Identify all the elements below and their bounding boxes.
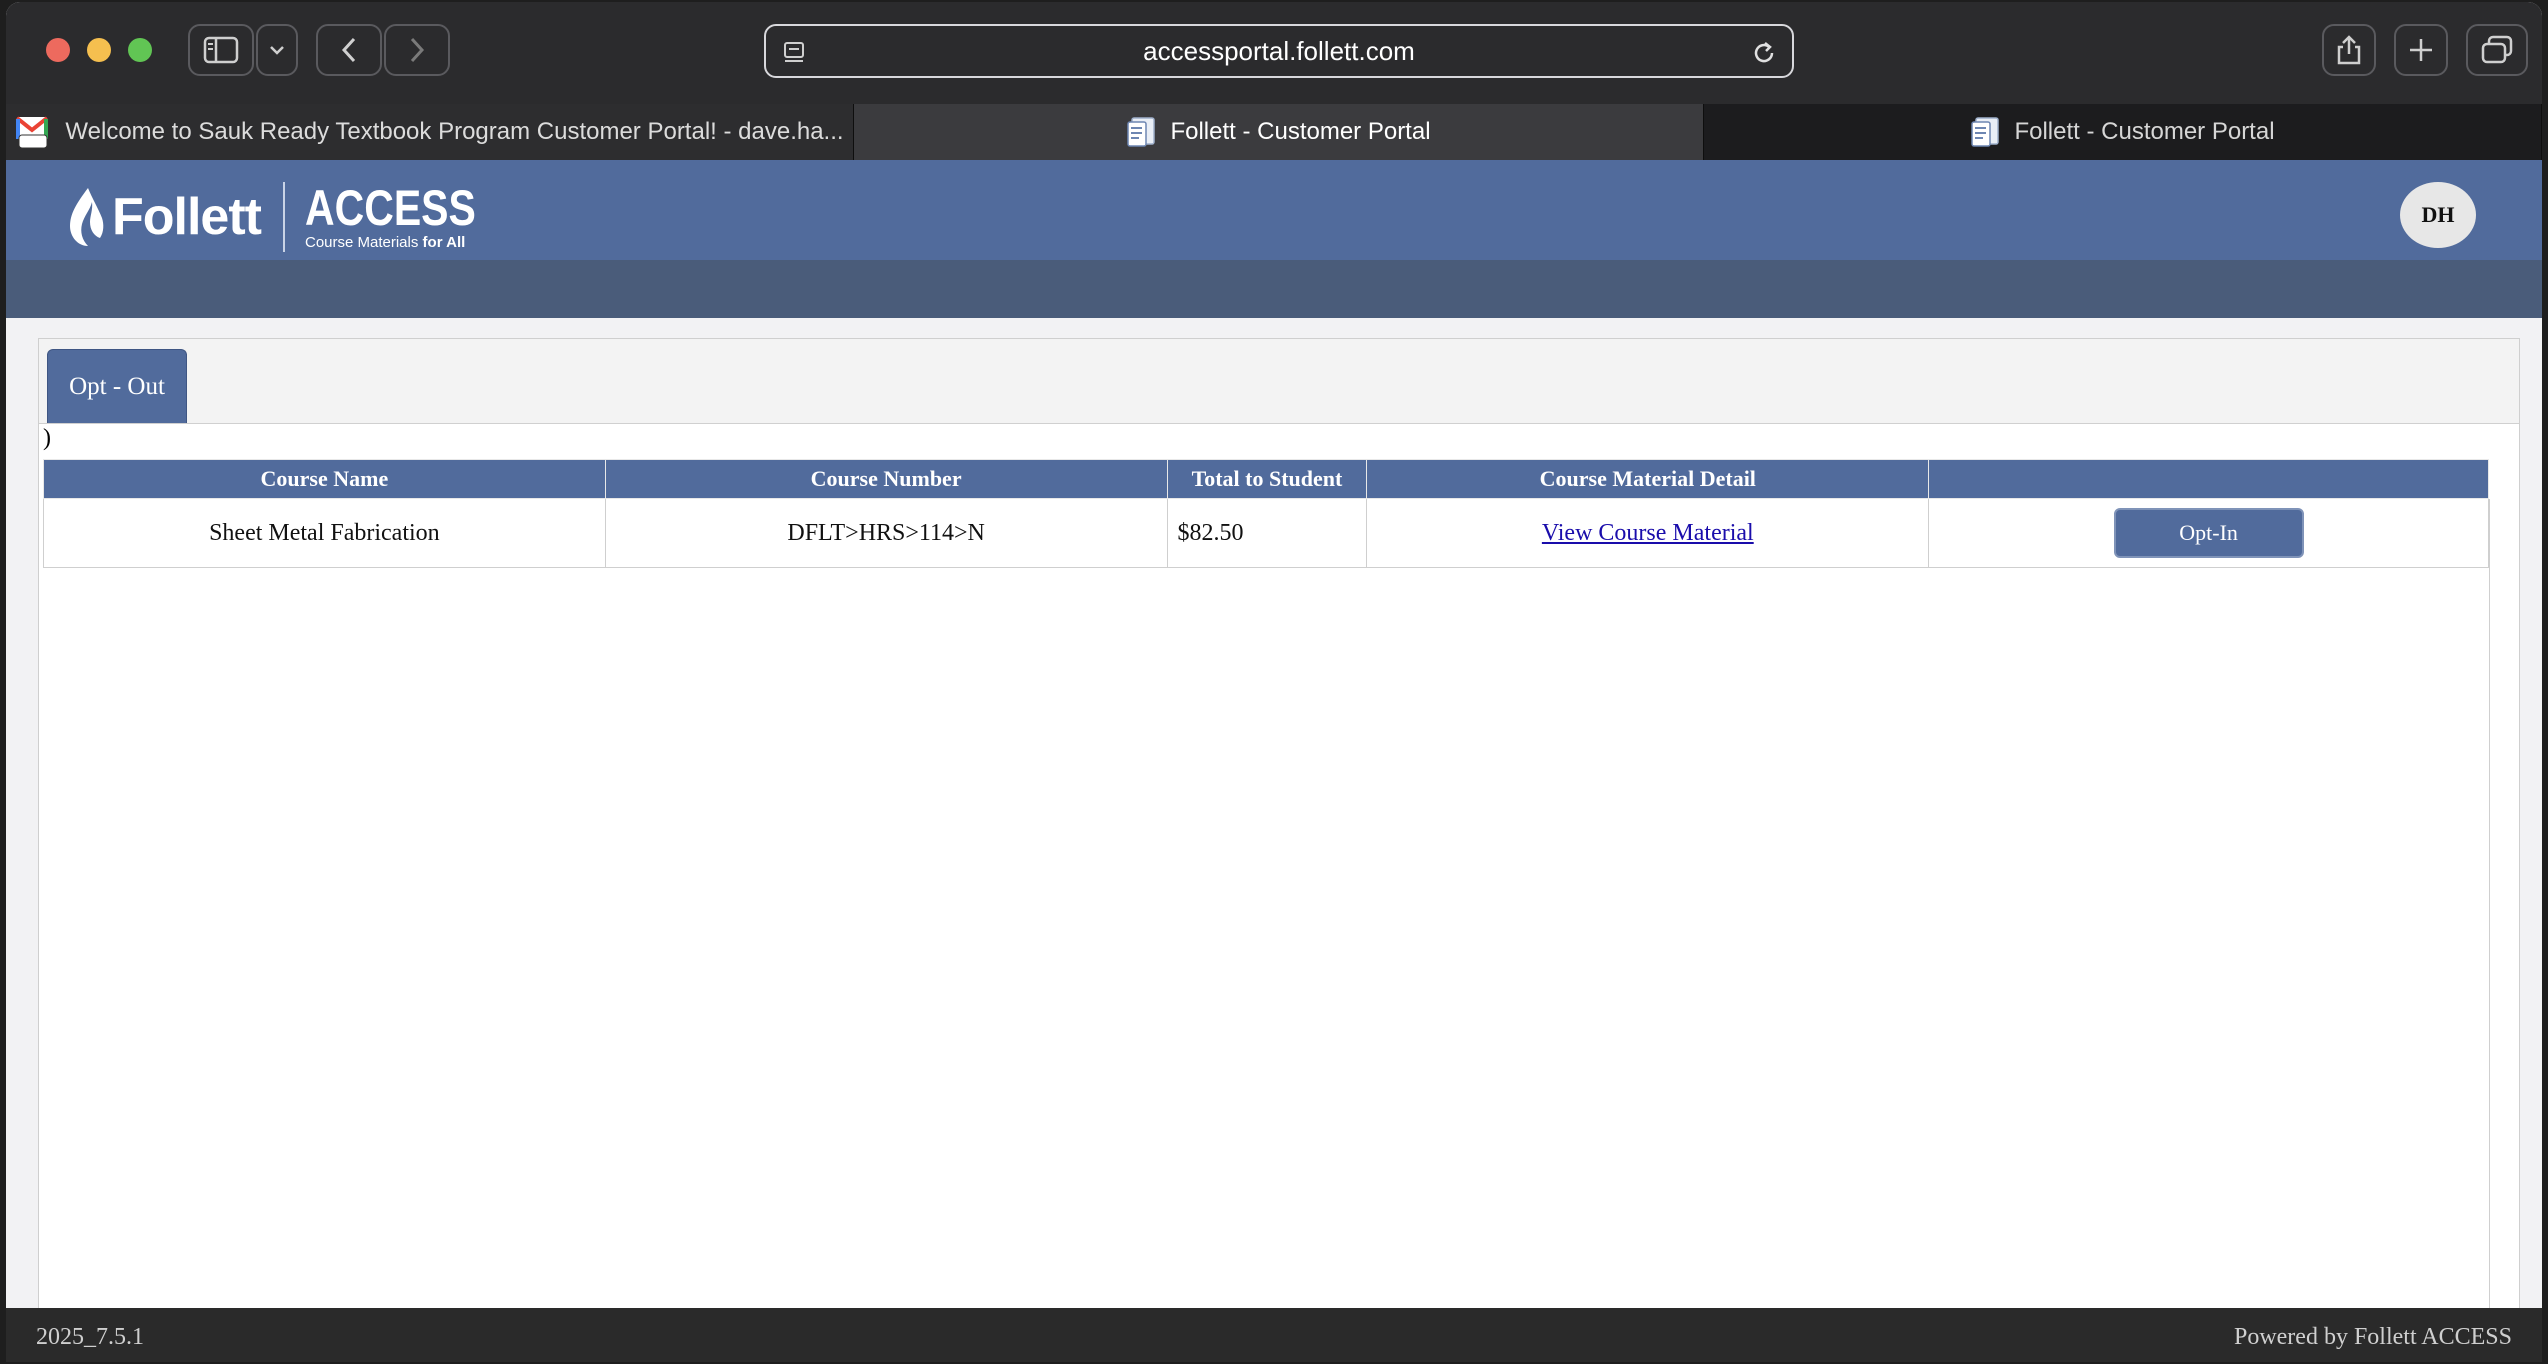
share-button[interactable]: [2322, 24, 2376, 76]
course-name-cell: Sheet Metal Fabrication: [43, 498, 606, 568]
total-cell: $82.50: [1166, 498, 1368, 568]
version-label: 2025_7.5.1: [36, 1324, 144, 1350]
forward-button[interactable]: [384, 24, 450, 76]
page-content: Follett ACCESS Course Materials for All …: [6, 160, 2542, 1362]
column-header-course-number: Course Number: [604, 459, 1168, 499]
table-row: Sheet Metal Fabrication DFLT>HRS>114>N $…: [43, 498, 2489, 568]
sidebar-toggle-button[interactable]: [188, 24, 254, 76]
access-logo: ACCESS Course Materials for All: [305, 182, 513, 252]
chevron-left-icon: [341, 37, 356, 63]
back-button[interactable]: [316, 24, 382, 76]
sidebar-icon: [203, 36, 239, 64]
column-header-action: [1928, 459, 2489, 499]
tab-bar: Welcome to Sauk Ready Textbook Program C…: [6, 104, 2542, 161]
share-icon: [2337, 35, 2361, 65]
column-header-total: Total to Student: [1166, 459, 1368, 499]
tab-opt-out[interactable]: Opt - Out: [47, 349, 187, 423]
new-tab-button[interactable]: [2394, 24, 2448, 76]
close-window-button[interactable]: [46, 38, 70, 62]
zoom-window-button[interactable]: [128, 38, 152, 62]
course-panel: Opt - Out ) Course Name Course Number To…: [38, 338, 2520, 1349]
access-tagline: Course Materials for All: [304, 234, 466, 251]
browser-window: accessportal.follett.com Welcome to Sauk…: [6, 2, 2542, 1362]
minimize-window-button[interactable]: [87, 38, 111, 62]
powered-by-label: Powered by Follett ACCESS: [2233, 1324, 2512, 1350]
action-cell: Opt-In: [1928, 498, 2489, 568]
table-right-border: [2489, 499, 2490, 1349]
tab-follett-label: Follett - Customer Portal: [2014, 118, 2275, 145]
follett-flame-icon: [70, 188, 104, 246]
follett-access-logo[interactable]: Follett ACCESS Course Materials for All: [66, 182, 513, 252]
chevron-down-icon: [270, 46, 284, 55]
course-number-cell: DFLT>HRS>114>N: [604, 498, 1168, 568]
tab-gmail[interactable]: Welcome to Sauk Ready Textbook Program C…: [6, 104, 854, 160]
user-avatar[interactable]: DH: [2400, 182, 2476, 248]
tabs-overview-icon: [2481, 35, 2513, 64]
column-header-course-name: Course Name: [43, 459, 606, 499]
logo-divider: [282, 182, 285, 252]
panel-tab-bar: Opt - Out: [39, 339, 2519, 424]
address-bar[interactable]: accessportal.follett.com: [764, 24, 1794, 78]
follett-logo: Follett: [66, 186, 262, 248]
course-material-detail-cell: View Course Material: [1366, 498, 1930, 568]
document-icon: [1126, 116, 1156, 148]
view-course-material-link[interactable]: View Course Material: [1542, 520, 1754, 546]
reload-icon[interactable]: [1750, 39, 1778, 67]
tab-follett-portal[interactable]: Follett - Customer Portal: [1704, 104, 2542, 160]
plus-icon: [2410, 39, 2432, 61]
sidebar-menu-button[interactable]: [256, 24, 298, 76]
opt-in-button[interactable]: Opt-In: [2113, 508, 2304, 558]
url-text: accessportal.follett.com: [1143, 35, 1415, 66]
table-header-row: Course Name Course Number Total to Stude…: [43, 459, 2489, 499]
course-table: Course Name Course Number Total to Stude…: [43, 459, 2489, 568]
gmail-icon: [15, 115, 51, 149]
column-header-course-material-detail: Course Material Detail: [1366, 459, 1930, 499]
tab-follett-label: Follett - Customer Portal: [1170, 118, 1431, 145]
tab-overview-button[interactable]: [2466, 24, 2528, 76]
chevron-right-icon: [410, 37, 425, 63]
tab-gmail-label: Welcome to Sauk Ready Textbook Program C…: [65, 118, 844, 145]
page-settings-icon[interactable]: [782, 40, 810, 66]
browser-toolbar: accessportal.follett.com: [6, 2, 2542, 105]
navigation-subbar: [6, 260, 2542, 318]
stray-text: ): [43, 425, 51, 451]
tab-follett-portal-active[interactable]: Follett - Customer Portal: [854, 104, 1704, 160]
site-header: Follett ACCESS Course Materials for All …: [6, 160, 2542, 260]
document-icon: [1970, 116, 2000, 148]
page-footer: 2025_7.5.1 Powered by Follett ACCESS: [6, 1308, 2542, 1362]
